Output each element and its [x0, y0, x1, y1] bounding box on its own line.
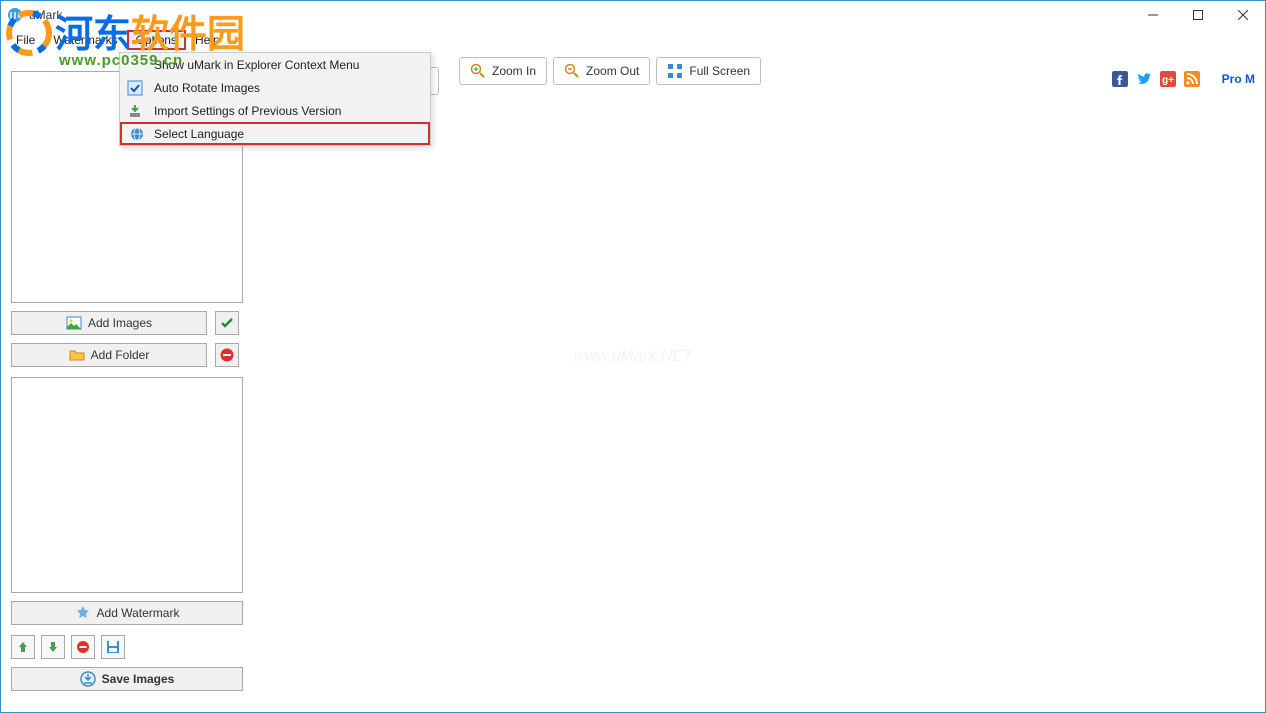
dd-label: Auto Rotate Images — [154, 81, 260, 95]
dropdown-import-settings[interactable]: Import Settings of Previous Version — [120, 99, 430, 122]
watermark-tools — [11, 635, 243, 659]
dd-label: Import Settings of Previous Version — [154, 104, 341, 118]
zoom-out-icon — [564, 63, 580, 79]
dropdown-select-language[interactable]: Select Language — [120, 122, 430, 145]
left-panel: Add Images Add Folder Add Watermark Save… — [11, 71, 243, 691]
rss-icon[interactable] — [1184, 71, 1200, 87]
zoom-out-label: Zoom Out — [586, 64, 639, 78]
save-icon — [106, 640, 120, 654]
menu-bar: File Watermarks Options Help — [1, 29, 1265, 51]
twitter-icon[interactable] — [1136, 71, 1152, 87]
add-folder-button[interactable]: Add Folder — [11, 343, 207, 367]
dd-label: Show uMark in Explorer Context Menu — [154, 58, 359, 72]
save-images-label: Save Images — [102, 672, 175, 686]
menu-watermarks[interactable]: Watermarks — [44, 30, 126, 50]
move-up-button[interactable] — [11, 635, 35, 659]
arrow-down-icon — [46, 640, 60, 654]
zoom-out-button[interactable]: Zoom Out — [553, 57, 650, 85]
close-button[interactable] — [1220, 1, 1265, 29]
move-down-button[interactable] — [41, 635, 65, 659]
window-title: uMark — [29, 8, 62, 22]
menu-file[interactable]: File — [7, 30, 44, 50]
add-watermark-button[interactable]: Add Watermark — [11, 601, 243, 625]
save-images-button[interactable]: Save Images — [11, 667, 243, 691]
checked-icon — [126, 79, 144, 97]
social-links: g+ Pro M — [1112, 71, 1255, 87]
blank-icon — [126, 56, 144, 74]
center-watermark-text: www.uMark.NET — [573, 348, 692, 366]
remove-icon — [76, 640, 90, 654]
pro-link[interactable]: Pro M — [1222, 72, 1255, 86]
add-images-label: Add Images — [88, 316, 152, 330]
delete-watermark-button[interactable] — [71, 635, 95, 659]
add-watermark-label: Add Watermark — [97, 606, 180, 620]
add-images-button[interactable]: Add Images — [11, 311, 207, 335]
menu-options[interactable]: Options — [127, 30, 186, 50]
remove-icon — [219, 347, 235, 363]
app-icon — [7, 7, 23, 23]
check-button[interactable] — [215, 311, 239, 335]
globe-icon — [128, 125, 146, 143]
dropdown-auto-rotate[interactable]: Auto Rotate Images — [120, 76, 430, 99]
dropdown-show-context-menu[interactable]: Show uMark in Explorer Context Menu — [120, 53, 430, 76]
remove-button[interactable] — [215, 343, 239, 367]
full-screen-label: Full Screen — [689, 64, 750, 78]
check-icon — [219, 315, 235, 331]
title-bar: uMark — [1, 1, 1265, 29]
dd-label: Select Language — [154, 127, 244, 141]
zoom-in-label: Zoom In — [492, 64, 536, 78]
svg-text:g+: g+ — [1162, 75, 1174, 86]
save-images-icon — [80, 671, 96, 687]
add-watermark-icon — [75, 605, 91, 621]
image-icon — [66, 315, 82, 331]
menu-help[interactable]: Help — [186, 30, 229, 50]
full-screen-button[interactable]: Full Screen — [656, 57, 761, 85]
save-watermark-button[interactable] — [101, 635, 125, 659]
minimize-button[interactable] — [1130, 1, 1175, 29]
options-dropdown: Show uMark in Explorer Context Menu Auto… — [119, 52, 431, 146]
watermarks-list — [11, 377, 243, 593]
arrow-up-icon — [16, 640, 30, 654]
facebook-icon[interactable] — [1112, 71, 1128, 87]
full-screen-icon — [667, 63, 683, 79]
maximize-button[interactable] — [1175, 1, 1220, 29]
zoom-in-icon — [470, 63, 486, 79]
add-folder-label: Add Folder — [91, 348, 150, 362]
import-icon — [126, 102, 144, 120]
window-controls — [1130, 1, 1265, 29]
zoom-in-button[interactable]: Zoom In — [459, 57, 547, 85]
folder-icon — [69, 347, 85, 363]
google-plus-icon[interactable]: g+ — [1160, 71, 1176, 87]
